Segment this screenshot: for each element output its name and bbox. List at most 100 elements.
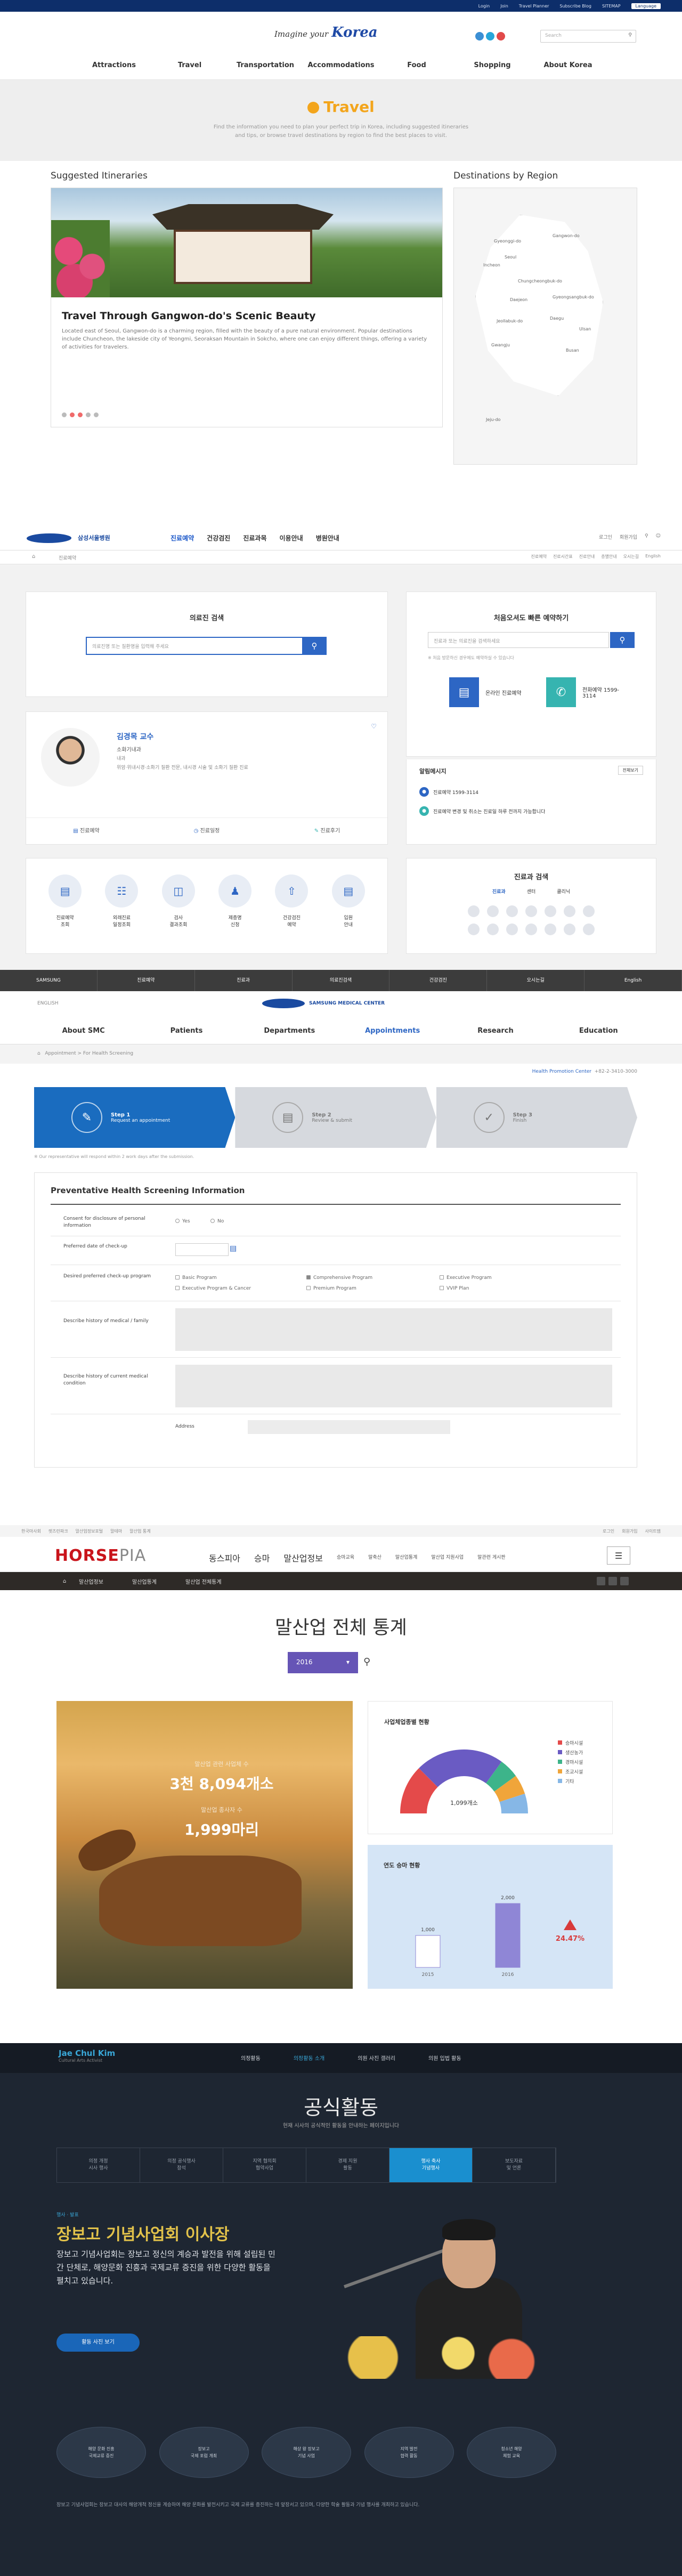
doctor-search-input[interactable]: 의료진명 또는 질환명을 입력해 주세요 — [86, 637, 304, 655]
top-link-join[interactable]: Join — [500, 4, 508, 9]
region-label[interactable]: Busan — [566, 348, 579, 353]
menu-item[interactable]: 승마 — [254, 1551, 270, 1564]
join-link[interactable]: 회원가입 — [620, 533, 637, 540]
bottom-link[interactable]: English — [584, 970, 682, 991]
youtube-icon[interactable] — [497, 32, 505, 40]
service-item[interactable]: ▤ 진료예약 조회 — [44, 874, 86, 928]
user-icon[interactable]: ☺ — [656, 533, 661, 540]
region-label[interactable]: Seoul — [505, 255, 516, 260]
site-logo[interactable]: Jae Chul Kim Cultural Arts Activist — [59, 2048, 115, 2063]
top-link-planner[interactable]: Travel Planner — [519, 4, 549, 9]
notice-more-button[interactable]: 전체보기 — [618, 766, 643, 775]
nav-about[interactable]: About SMC — [32, 1018, 135, 1044]
year-select[interactable]: 2016 ▾ — [288, 1652, 358, 1673]
program-option[interactable]: Executive Program — [440, 1275, 492, 1281]
bar[interactable] — [415, 1935, 441, 1968]
share-icon[interactable] — [597, 1577, 605, 1585]
consent-yes[interactable]: Yes — [175, 1219, 190, 1224]
quick-link[interactable]: 오시는길 — [623, 554, 639, 560]
activity-tab[interactable]: 의정 개정 시사 행사 — [57, 2148, 140, 2182]
center-link[interactable]: Health Promotion Center — [532, 1069, 591, 1074]
search-icon[interactable]: ⚲ — [628, 33, 632, 38]
doctor-action-review[interactable]: ✎ 진료후기 — [267, 818, 387, 844]
activity-tab[interactable]: 의정 공식행사 참석 — [140, 2148, 223, 2182]
carousel-dot[interactable] — [86, 412, 91, 417]
top-link-blog[interactable]: Subscribe Blog — [559, 4, 591, 9]
language-select[interactable]: ENGLISH — [37, 1001, 59, 1006]
address-input[interactable] — [248, 1420, 450, 1434]
dept-chip[interactable] — [564, 905, 575, 917]
menu-item[interactable]: 의정활동 — [241, 2054, 261, 2062]
dept-chip[interactable] — [468, 905, 480, 917]
bar[interactable] — [495, 1903, 521, 1968]
language-select[interactable]: Language — [631, 3, 661, 9]
top-link[interactable]: 한국마사회 — [21, 1528, 41, 1534]
nav-patients[interactable]: Patients — [135, 1018, 238, 1044]
bottom-link[interactable]: 의료진검색 — [293, 970, 390, 991]
location-item[interactable]: 말산업 전체통계 — [185, 1577, 222, 1585]
nav-education[interactable]: Education — [547, 1018, 650, 1044]
nav-departments[interactable]: Departments — [238, 1018, 341, 1044]
dept-tab[interactable]: 센터 — [527, 888, 536, 895]
dept-tab[interactable]: 진료과 — [492, 888, 506, 895]
search-icon[interactable]: ⚲ — [645, 533, 648, 540]
program-option[interactable]: Premium Program — [306, 1286, 356, 1291]
appt-option-online[interactable]: ▤ 온라인 진료예약 — [449, 677, 528, 707]
doctor-action-schedule[interactable]: ◷ 진료일정 — [147, 818, 267, 844]
facebook-icon[interactable] — [475, 32, 484, 40]
nav-shopping[interactable]: Shopping — [454, 53, 530, 79]
region-label[interactable]: Daejeon — [510, 297, 527, 302]
program-option[interactable]: Basic Program — [175, 1275, 217, 1281]
bottom-link[interactable]: 진료과 — [195, 970, 293, 991]
samsung-logo[interactable] — [262, 999, 305, 1008]
history-textarea[interactable] — [175, 1308, 612, 1351]
site-logo[interactable]: Imagine your Korea — [274, 25, 378, 40]
service-item[interactable]: ◫ 검사 결과조회 — [157, 874, 200, 928]
dept-chip[interactable] — [545, 924, 556, 935]
home-icon[interactable]: ⌂ — [32, 554, 35, 560]
top-link[interactable]: 말산업정보포털 — [76, 1528, 103, 1534]
activity-tab-active[interactable]: 행사 축사 기념행사 — [389, 2148, 473, 2182]
region-label[interactable]: Daegu — [550, 316, 564, 321]
itinerary-card[interactable]: Travel Through Gangwon-do's Scenic Beaut… — [51, 188, 443, 427]
top-link[interactable]: 말산업 통계 — [129, 1528, 150, 1534]
menu-item[interactable]: 동스피아 — [209, 1551, 240, 1564]
current-textarea[interactable] — [175, 1365, 612, 1407]
menu-item[interactable]: 말산업정보 — [283, 1551, 323, 1564]
carousel-dot-active[interactable] — [70, 412, 75, 417]
menu-checkup[interactable]: 건강검진 — [207, 533, 230, 542]
menu-item-small[interactable]: 말산업통계 — [395, 1553, 417, 1564]
favorite-icon[interactable]: ♡ — [371, 723, 377, 730]
doctor-name[interactable]: 김경목 교수 — [117, 731, 153, 742]
top-link-sitemap[interactable]: SITEMAP — [602, 4, 621, 9]
date-input[interactable] — [175, 1243, 229, 1256]
menu-about[interactable]: 병원안내 — [316, 533, 339, 542]
notice-item[interactable]: ● 진료예약 변경 및 취소는 진료일 하루 전까지 가능합니다 — [419, 806, 545, 816]
nav-food[interactable]: Food — [379, 53, 454, 79]
login-link[interactable]: 로그인 — [603, 1528, 614, 1534]
region-label[interactable]: Jeju-do — [486, 417, 500, 422]
region-label[interactable]: Gangwon-do — [553, 233, 580, 238]
consent-no[interactable]: No — [210, 1219, 224, 1224]
join-link[interactable]: 회원가입 — [622, 1528, 637, 1534]
carousel-dot[interactable] — [94, 412, 99, 417]
activity-tab[interactable]: 보도자료 및 언론 — [473, 2148, 556, 2182]
activity-tab[interactable]: 지역 협의회 협약사업 — [223, 2148, 306, 2182]
service-item[interactable]: ⇧ 건강검진 예약 — [270, 874, 313, 928]
carousel-dot[interactable] — [78, 412, 83, 417]
nav-travel[interactable]: Travel — [152, 53, 228, 79]
program-option[interactable]: Comprehensive Program — [306, 1275, 372, 1281]
quick-link[interactable]: 진료안내 — [579, 554, 595, 560]
service-item[interactable]: ☷ 외래진료 일정조회 — [100, 874, 143, 928]
nav-appointments[interactable]: Appointments — [341, 1018, 444, 1044]
region-label[interactable]: Gyeongsangbuk-do — [553, 295, 594, 299]
login-link[interactable]: 로그인 — [599, 533, 612, 540]
doctor-action-appointment[interactable]: ▤ 진료예약 — [26, 818, 147, 844]
dept-chip[interactable] — [487, 924, 499, 935]
bottom-link[interactable]: 오시는길 — [487, 970, 585, 991]
nav-about-korea[interactable]: About Korea — [530, 53, 606, 79]
region-label[interactable]: Ulsan — [579, 327, 591, 331]
horsepia-logo[interactable]: HORSEPIA — [55, 1546, 146, 1565]
smc-logo-text[interactable]: SAMSUNG MEDICAL CENTER — [309, 1001, 385, 1006]
top-link-login[interactable]: Login — [478, 4, 490, 9]
